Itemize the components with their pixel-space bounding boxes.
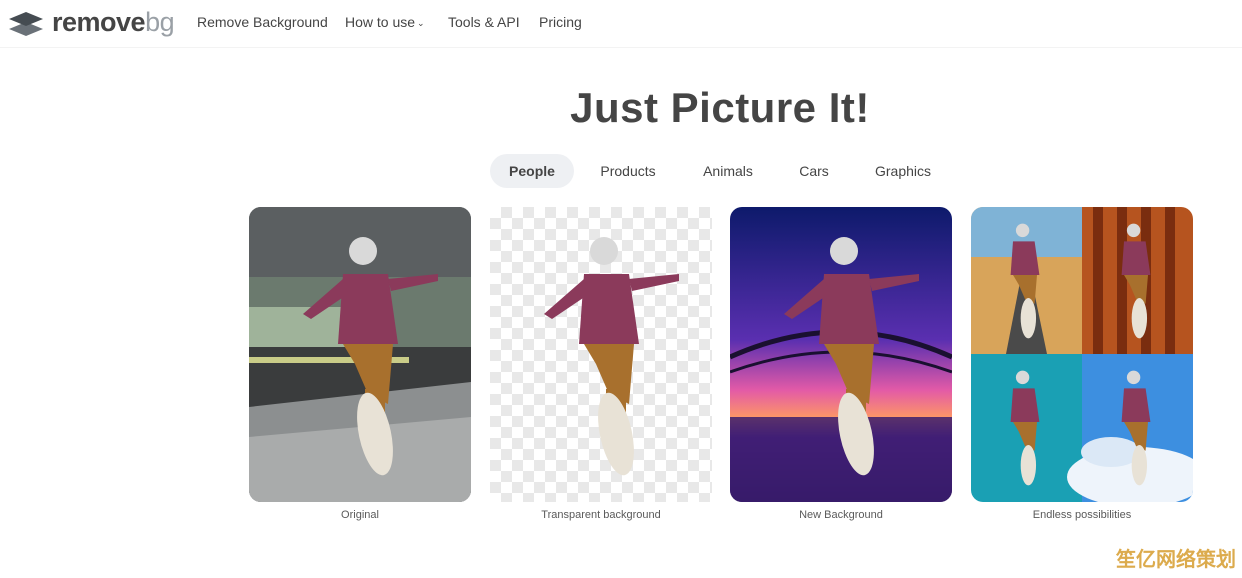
- removebg-logo[interactable]: removebg: [8, 6, 175, 38]
- tab-people[interactable]: People: [490, 154, 574, 188]
- nav-tools-api[interactable]: Tools & API: [448, 14, 520, 30]
- caption-new-background: New Background: [799, 509, 883, 521]
- tab-products[interactable]: Products: [588, 154, 668, 188]
- page-title: Just Picture It!: [570, 84, 870, 131]
- watermark-text: 笙亿网络策划: [1116, 547, 1236, 571]
- nav-pricing[interactable]: Pricing: [539, 14, 582, 30]
- nav-how-to-use[interactable]: How to use ⌄: [345, 14, 425, 30]
- nav-how-to-use-label: How to use: [345, 14, 416, 30]
- tab-animals[interactable]: Animals: [692, 154, 764, 188]
- example-endless-possibilities-image: [971, 207, 1193, 502]
- logo-text-remove: remove: [52, 6, 146, 37]
- tab-graphics[interactable]: Graphics: [866, 154, 940, 188]
- nav-remove-background[interactable]: Remove Background: [197, 14, 328, 30]
- example-transparent-image: [490, 207, 712, 502]
- example-original-image: [249, 207, 471, 502]
- layers-logo-icon: [9, 12, 43, 36]
- caption-endless-possibilities: Endless possibilities: [1032, 509, 1132, 521]
- tab-cars[interactable]: Cars: [788, 154, 840, 188]
- logo-text-bg: bg: [145, 6, 175, 37]
- top-navbar: removebg Remove Background How to use ⌄ T…: [0, 0, 1242, 48]
- caption-original: Original: [341, 509, 379, 521]
- example-new-background-image: [730, 207, 952, 502]
- caption-transparent-background: Transparent background: [541, 509, 661, 521]
- chevron-down-icon: ⌄: [417, 18, 425, 28]
- logo-wordmark: removebg: [52, 6, 175, 38]
